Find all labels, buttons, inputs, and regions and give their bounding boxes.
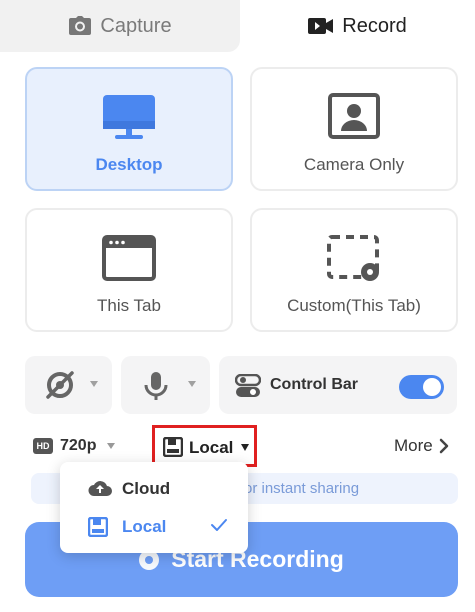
microphone-icon (144, 372, 168, 400)
tab-capture[interactable]: Capture (0, 0, 240, 52)
cloud-upload-icon (88, 481, 112, 496)
tab-capture-label: Capture (100, 14, 172, 37)
storage-caret-icon (241, 444, 249, 451)
tab-record-label: Record (342, 14, 407, 37)
chevron-right-icon (439, 438, 448, 454)
storage-value: Local (189, 438, 234, 457)
microphone-toggle-button[interactable] (121, 356, 210, 414)
mode-card-desktop[interactable]: Desktop (25, 67, 233, 191)
camera-toggle-button[interactable] (25, 356, 112, 414)
hd-badge-icon: HD (33, 438, 53, 454)
mode-card-camera-only[interactable]: Camera Only (250, 67, 458, 191)
control-bar-icon (235, 374, 261, 397)
more-label: More (394, 436, 433, 455)
more-button[interactable]: More (394, 435, 449, 457)
resolution-select[interactable]: HD 720p (33, 435, 116, 457)
mode-card-camera-only-label: Camera Only (303, 155, 405, 174)
resolution-caret-icon (107, 443, 116, 449)
storage-option-local-label: Local (122, 517, 167, 536)
storage-option-cloud[interactable]: Cloud (60, 469, 248, 507)
camera-icon (69, 16, 92, 35)
video-camera-icon (308, 18, 334, 34)
mode-card-custom[interactable]: Custom(This Tab) (250, 208, 458, 332)
mode-card-desktop-label: Desktop (95, 155, 163, 174)
tab-record[interactable]: Record (240, 0, 475, 52)
info-banner-text: or instant sharing (244, 480, 360, 497)
storage-option-cloud-label: Cloud (122, 479, 171, 498)
resolution-value: 720p (60, 437, 97, 454)
portrait-icon (328, 93, 380, 139)
toggle-knob (423, 378, 441, 396)
storage-select[interactable]: Local (152, 425, 257, 467)
storage-dropdown-menu: Cloud Local (60, 462, 248, 553)
control-bar-toggle[interactable] (399, 375, 444, 399)
mode-tabs: Capture Record (0, 0, 475, 52)
microphone-dropdown-caret-icon (188, 381, 196, 387)
disk-icon (88, 517, 108, 537)
camera-off-icon (46, 371, 74, 399)
control-bar-setting: Control Bar (219, 356, 457, 414)
mode-card-this-tab[interactable]: This Tab (25, 208, 233, 332)
control-bar-label: Control Bar (270, 376, 358, 393)
custom-area-icon (327, 235, 379, 281)
storage-option-local[interactable]: Local (60, 507, 248, 545)
camera-dropdown-caret-icon (90, 381, 98, 387)
checkmark-icon (211, 519, 227, 531)
mode-card-custom-label: Custom(This Tab) (287, 296, 421, 315)
browser-window-icon (102, 235, 156, 281)
mode-card-this-tab-label: This Tab (97, 296, 161, 315)
disk-icon (163, 437, 183, 457)
monitor-icon (103, 95, 155, 139)
